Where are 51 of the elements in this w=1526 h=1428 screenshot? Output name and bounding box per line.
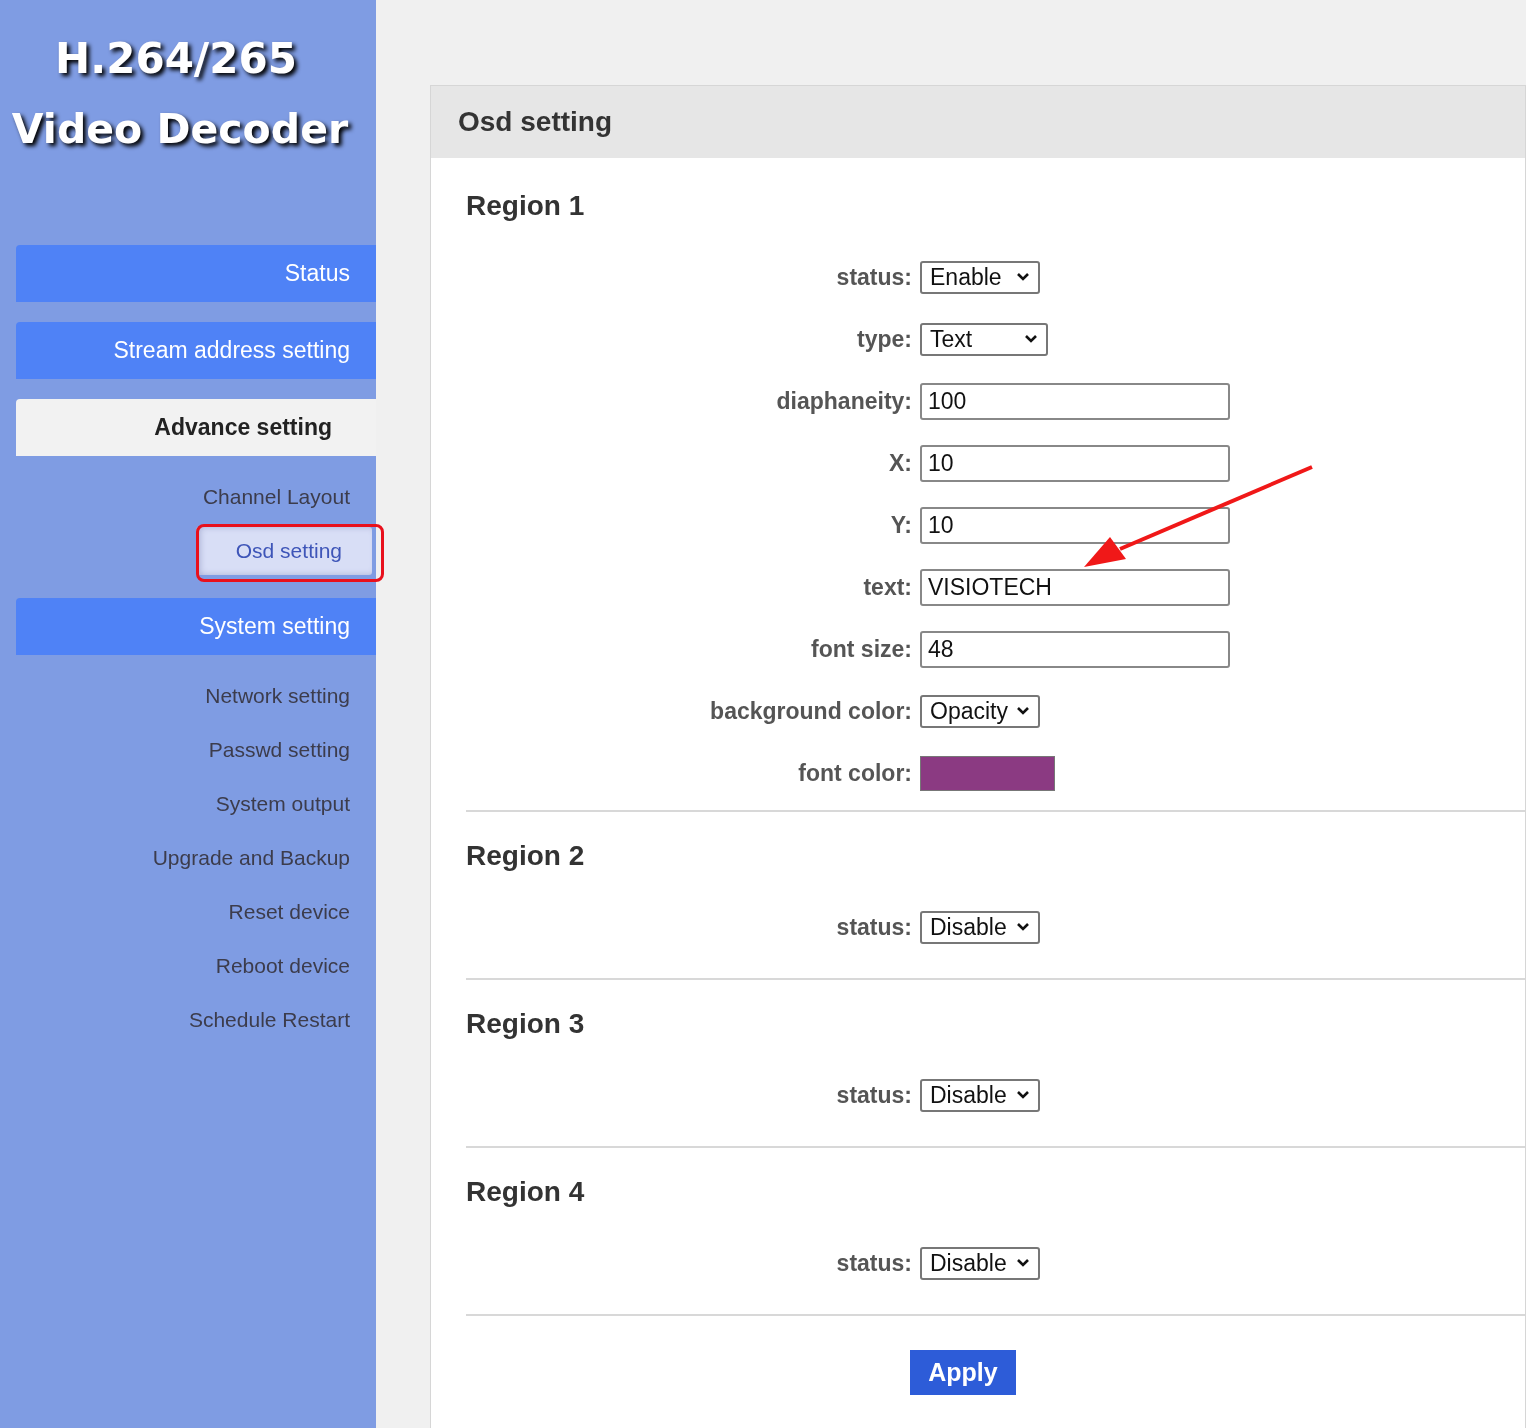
- nav-item[interactable]: Network setting: [205, 684, 350, 708]
- nav-item[interactable]: Reboot device: [215, 954, 350, 978]
- color-swatch[interactable]: [920, 755, 1055, 791]
- chevron-down-icon: [1016, 922, 1030, 932]
- nav-section-button[interactable]: Status: [16, 245, 376, 302]
- region-title: Region 4: [466, 1176, 586, 1209]
- input-field[interactable]: 10: [920, 444, 1230, 482]
- field-label: status:: [835, 263, 913, 291]
- nav-item[interactable]: System output: [215, 792, 350, 816]
- input-field[interactable]: 48: [920, 630, 1230, 668]
- chevron-down-icon: [1024, 334, 1038, 344]
- nav-item[interactable]: Passwd setting: [208, 738, 350, 762]
- nav-item[interactable]: Osd setting: [196, 527, 372, 575]
- field-label: status:: [835, 913, 913, 941]
- field-label: type:: [856, 325, 913, 353]
- dropdown[interactable]: Disable: [920, 1246, 1040, 1280]
- panel-title: Osd setting: [458, 106, 612, 138]
- field-label: X:: [888, 449, 913, 477]
- field-label: background color:: [709, 697, 913, 725]
- dropdown[interactable]: Enable: [920, 260, 1040, 294]
- dropdown[interactable]: Text: [920, 322, 1048, 356]
- region-title: Region 1: [466, 190, 586, 223]
- chevron-down-icon: [1016, 706, 1030, 716]
- dropdown[interactable]: Disable: [920, 910, 1040, 944]
- input-field[interactable]: VISIOTECH: [920, 568, 1230, 606]
- chevron-down-icon: [1016, 1258, 1030, 1268]
- dropdown[interactable]: Disable: [920, 1078, 1040, 1112]
- logo-title: H.264/265: [54, 33, 298, 85]
- chevron-down-icon: [1016, 272, 1030, 282]
- nav-item[interactable]: Schedule Restart: [188, 1008, 350, 1032]
- field-label: status:: [835, 1081, 913, 1109]
- region-title: Region 2: [466, 840, 586, 873]
- field-label: font color:: [797, 759, 913, 787]
- nav-item[interactable]: Channel Layout: [202, 485, 350, 509]
- nav-item[interactable]: Upgrade and Backup: [152, 846, 350, 870]
- field-label: font size:: [810, 635, 913, 663]
- region-title: Region 3: [466, 1008, 586, 1041]
- chevron-down-icon: [1016, 1090, 1030, 1100]
- field-label: Y:: [889, 511, 913, 539]
- input-field[interactable]: 10: [920, 506, 1230, 544]
- nav-section-button[interactable]: System setting: [16, 598, 376, 655]
- logo-subtitle: Video Decoder: [10, 104, 350, 155]
- nav-section-button[interactable]: Advance setting: [16, 399, 376, 456]
- nav-section-button[interactable]: Stream address setting: [16, 322, 376, 379]
- field-label: status:: [835, 1249, 913, 1277]
- input-field[interactable]: 100: [920, 382, 1230, 420]
- apply-button[interactable]: Apply: [910, 1350, 1016, 1395]
- dropdown[interactable]: Opacity: [920, 694, 1040, 728]
- field-label: text:: [862, 573, 913, 601]
- field-label: diaphaneity:: [775, 387, 913, 415]
- nav-item[interactable]: Reset device: [228, 900, 350, 924]
